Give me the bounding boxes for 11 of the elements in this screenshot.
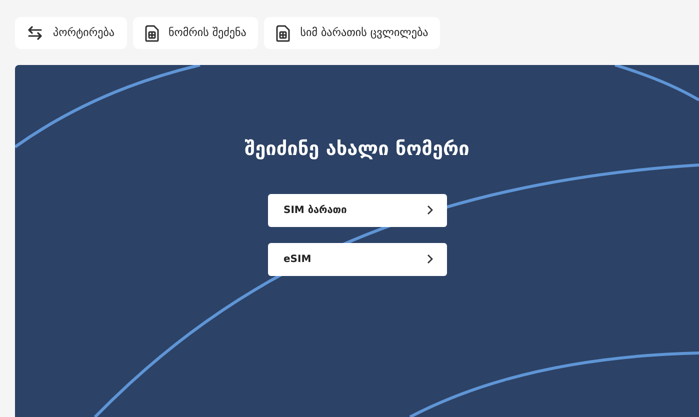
panel-title: შეიძინე ახალი ნომერი (244, 137, 470, 162)
tab-button[interactable]: სიმ ბარათის ცვლილება (264, 17, 440, 49)
option-button[interactable]: SIM ბარათი (268, 194, 446, 226)
sim-card-icon (276, 24, 290, 42)
sim-card-icon (144, 24, 158, 42)
swap-arrows-icon (27, 26, 43, 40)
chevron-right-icon (426, 205, 432, 215)
tab-button[interactable]: ნომრის შეძენა (132, 17, 258, 49)
tab-button[interactable]: პორტირება (15, 17, 126, 49)
option-button[interactable]: eSIM (268, 242, 446, 276)
chevron-right-icon (426, 254, 432, 264)
